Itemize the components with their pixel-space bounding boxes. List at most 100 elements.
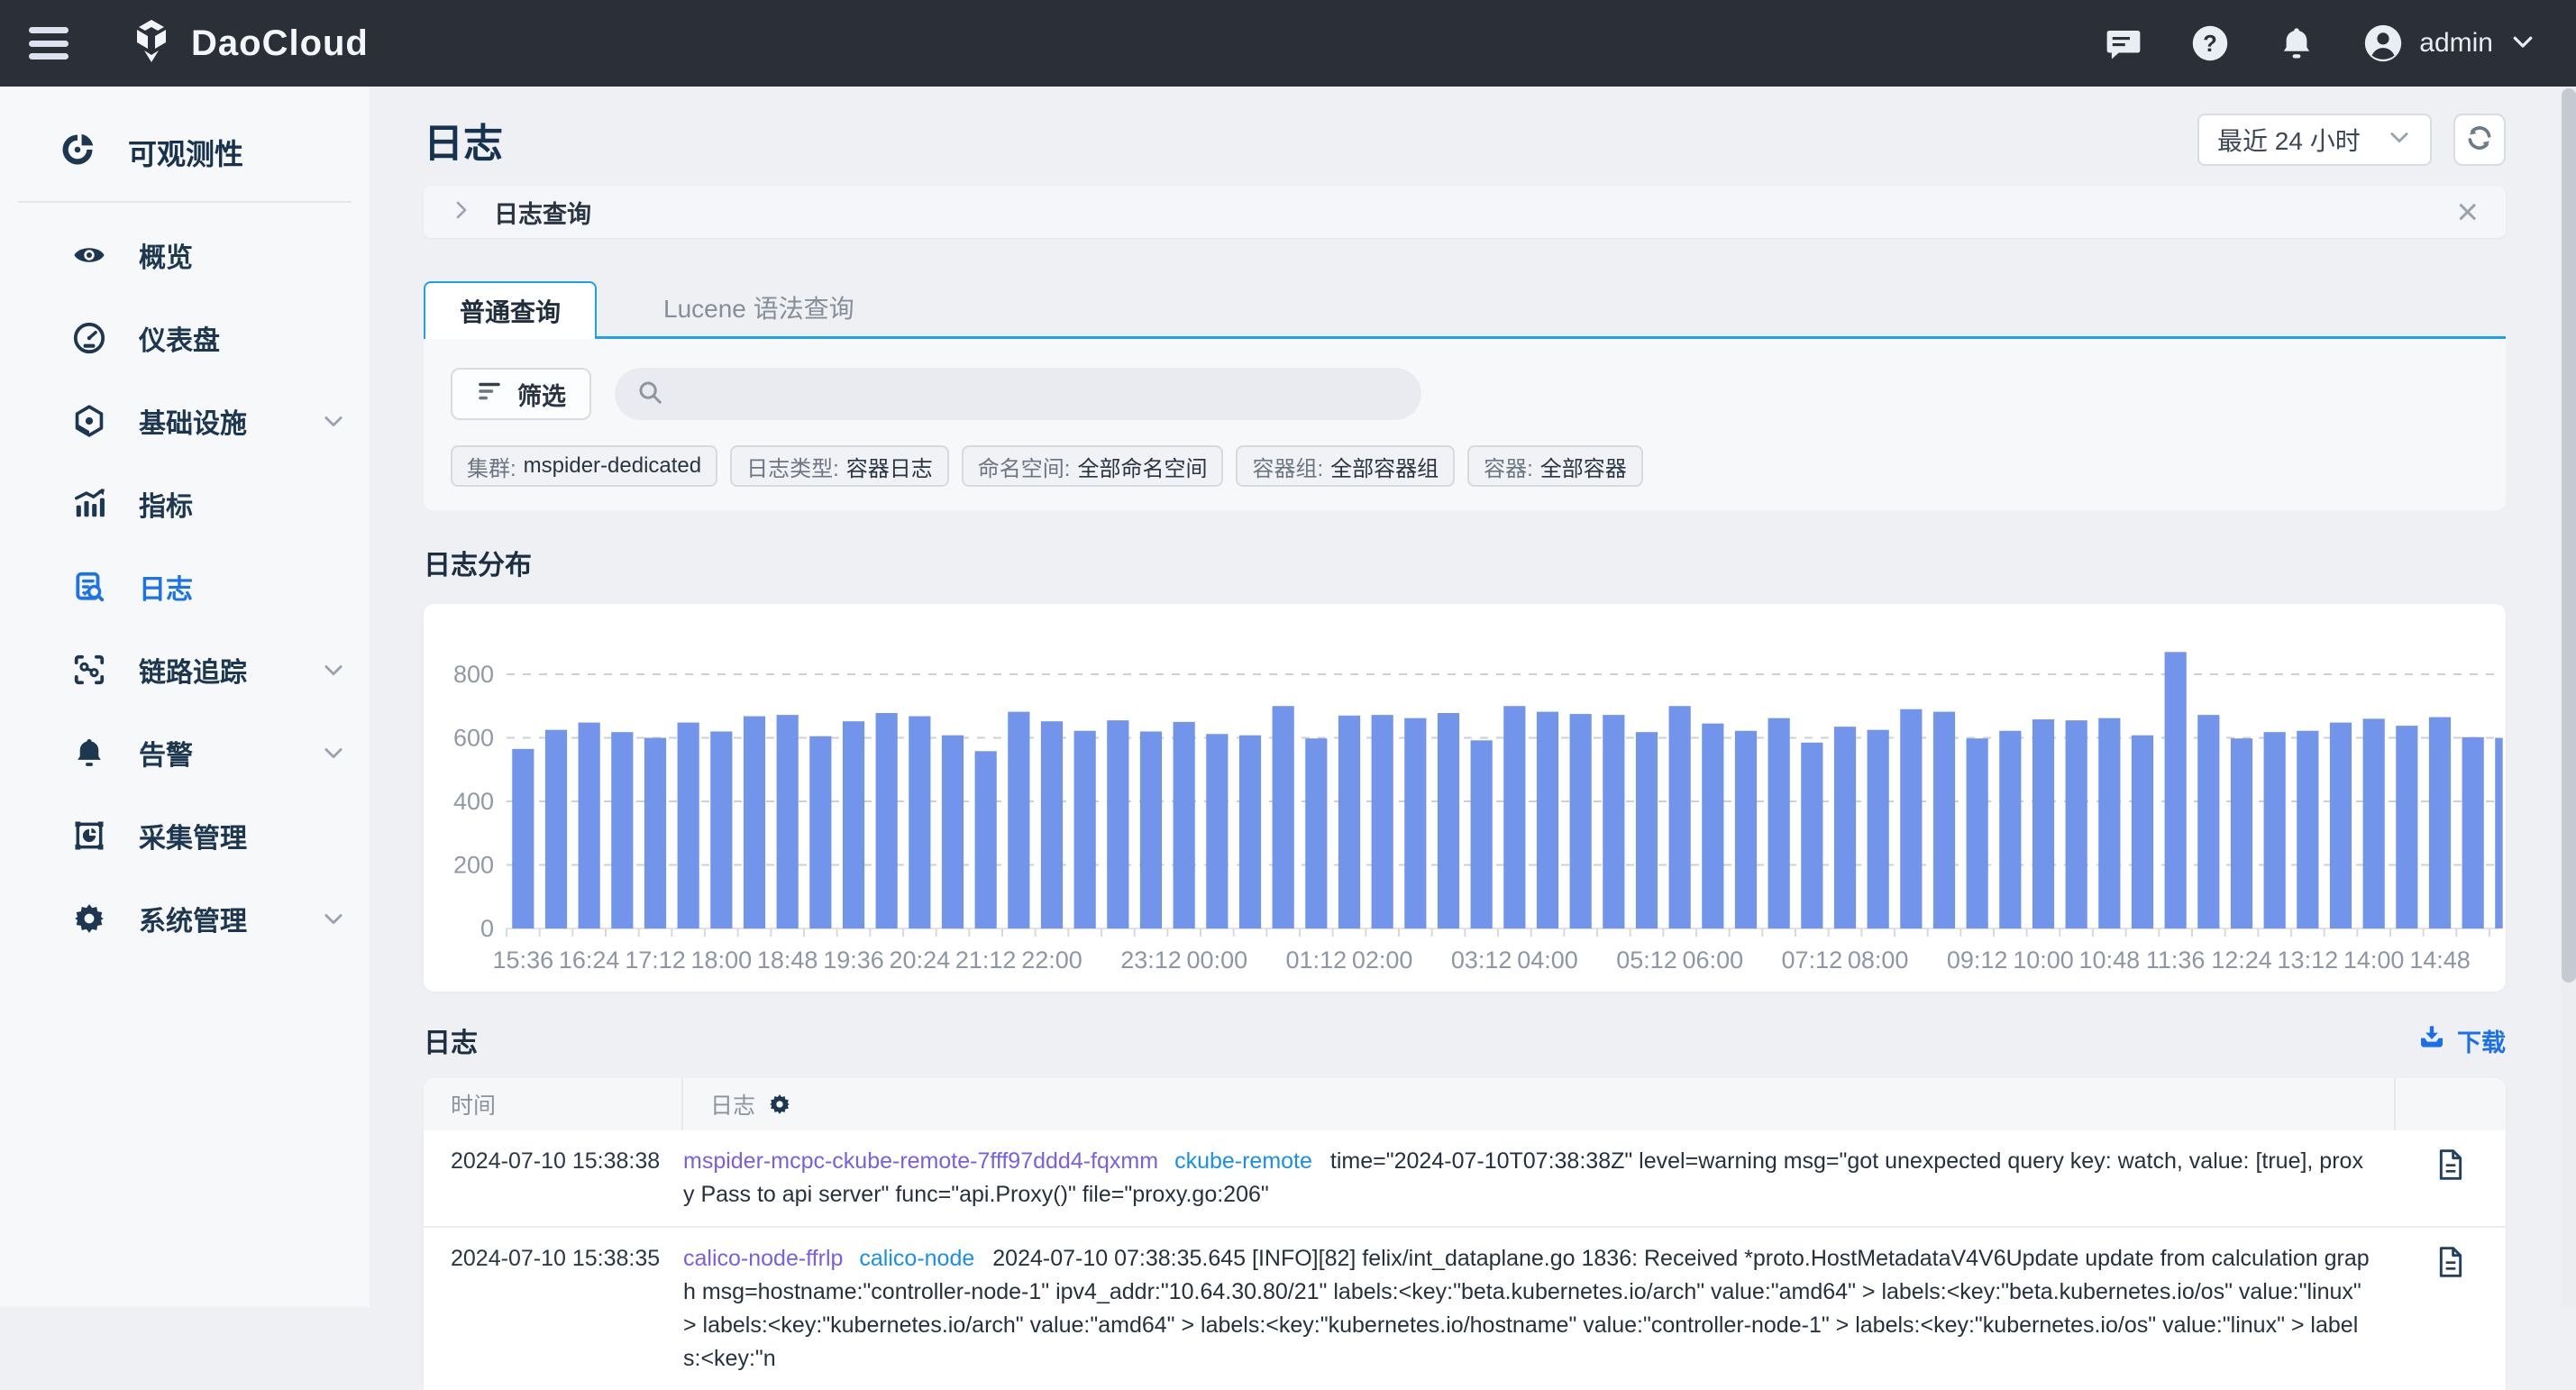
svg-text:200: 200 [453, 852, 494, 879]
sidebar-header: 可观测性 [0, 87, 370, 174]
collect-icon [72, 818, 106, 853]
log-detail-document-icon[interactable] [2436, 1148, 2465, 1185]
column-time: 时间 [424, 1078, 683, 1130]
sidebar-item-system[interactable]: 系统管理 [0, 877, 370, 960]
filter-icon [476, 378, 503, 411]
close-icon[interactable]: × [2456, 193, 2479, 231]
log-table-body: 2024-07-10 15:38:38 mspider-mcpc-ckube-r… [424, 1130, 2506, 1390]
pod-link[interactable]: mspider-mcpc-ckube-remote-7fff97ddd4-fqx… [683, 1148, 1158, 1174]
download-icon [2417, 1023, 2446, 1058]
svg-text:14:00: 14:00 [2343, 946, 2405, 974]
container-link[interactable]: ckube-remote [1174, 1148, 1312, 1174]
sidebar-divider [18, 201, 352, 203]
log-table-header: 时间 日志 [424, 1078, 2506, 1130]
svg-text:11:36: 11:36 [2146, 946, 2206, 974]
trace-icon [72, 653, 106, 687]
log-query-title: 日志查询 [494, 195, 591, 230]
log-message: calico-node-ffrlpcalico-node2024-07-10 0… [683, 1242, 2396, 1376]
chevron-right-icon [451, 199, 472, 225]
tab-lucene-query[interactable]: Lucene 语法查询 [636, 279, 882, 336]
filter-chip-3[interactable]: 容器组:全部容器组 [1236, 445, 1455, 487]
download-button[interactable]: 下载 [2417, 1023, 2506, 1058]
page-scrollbar[interactable] [2562, 87, 2576, 1307]
pod-link[interactable]: calico-node-ffrlp [683, 1246, 843, 1271]
bell-icon[interactable] [2277, 23, 2316, 63]
sidebar-item-tracing[interactable]: 链路追踪 [0, 628, 370, 711]
filter-button[interactable]: 筛选 [451, 368, 591, 420]
gear-icon [72, 901, 106, 936]
logs-title: 日志 [424, 1020, 478, 1060]
svg-text:18:48: 18:48 [757, 946, 818, 974]
refresh-button[interactable] [2453, 114, 2506, 166]
user-name: admin [2419, 28, 2493, 59]
help-icon[interactable]: ? [2190, 23, 2230, 63]
sidebar-title: 可观测性 [128, 132, 243, 173]
svg-text:07:12: 07:12 [1782, 946, 1843, 974]
search-input[interactable] [678, 380, 1400, 408]
refresh-icon [2464, 123, 2495, 158]
filter-chips: 集群:mspider-dedicated 日志类型:容器日志命名空间:全部命名空间… [451, 445, 2477, 487]
daocloud-logo-icon [128, 18, 175, 69]
svg-text:15:36: 15:36 [493, 946, 554, 974]
sidebar-item-logs[interactable]: 日志 [0, 545, 370, 628]
svg-text:00:00: 00:00 [1187, 946, 1248, 974]
bar-chart: 020040060080015:3616:2417:1218:0018:4819… [424, 604, 2506, 992]
user-menu[interactable]: admin [2363, 23, 2536, 63]
metrics-icon [72, 487, 106, 521]
tab-normal-query[interactable]: 普通查询 [424, 281, 597, 339]
sidebar-item-dashboards[interactable]: 仪表盘 [0, 297, 370, 380]
log-distribution-chart: 020040060080015:3616:2417:1218:0018:4819… [424, 604, 2506, 992]
observability-icon [58, 130, 97, 174]
column-log: 日志 [683, 1078, 2396, 1130]
sidebar-item-metrics[interactable]: 指标 [0, 462, 370, 545]
filter-chip-1[interactable]: 日志类型:容器日志 [730, 445, 949, 487]
svg-text:04:00: 04:00 [1517, 946, 1578, 974]
time-range-select[interactable]: 最近 24 小时 [2197, 114, 2432, 166]
sidebar-item-alerts[interactable]: 告警 [0, 711, 370, 794]
hamburger-menu-icon[interactable] [29, 27, 69, 59]
log-message: mspider-mcpc-ckube-remote-7fff97ddd4-fqx… [683, 1145, 2396, 1212]
log-time: 2024-07-10 15:38:35 [424, 1242, 683, 1376]
chevron-down-icon [2509, 28, 2536, 59]
infra-icon [72, 404, 106, 438]
svg-text:12:24: 12:24 [2211, 946, 2272, 974]
topbar: DaoCloud ? admin [0, 0, 2576, 87]
sidebar: 可观测性 概览 仪表盘 基础设施 指标 日志 链路追踪 告警 采集管理 系统管理 [0, 87, 370, 1307]
chat-icon[interactable] [2104, 23, 2143, 63]
sidebar-item-infrastructure[interactable]: 基础设施 [0, 380, 370, 462]
svg-text:0: 0 [480, 915, 494, 942]
filter-chip-2[interactable]: 命名空间:全部命名空间 [962, 445, 1224, 487]
sidebar-item-collection[interactable]: 采集管理 [0, 794, 370, 877]
svg-text:02:00: 02:00 [1352, 946, 1413, 974]
svg-text:10:00: 10:00 [2013, 946, 2074, 974]
svg-text:14:48: 14:48 [2409, 946, 2471, 974]
bell-icon [72, 736, 106, 770]
query-tabs: 普通查询 Lucene 语法查询 [424, 281, 2506, 339]
column-settings-gear-icon[interactable] [768, 1093, 791, 1116]
filter-chip-0[interactable]: 集群:mspider-dedicated [451, 445, 717, 487]
svg-text:600: 600 [453, 725, 494, 752]
brand-name: DaoCloud [191, 23, 369, 64]
svg-text:03:12: 03:12 [1451, 946, 1512, 974]
eye-icon [72, 238, 106, 272]
scrollbar-thumb[interactable] [2562, 88, 2576, 983]
svg-text:21:12: 21:12 [955, 946, 1017, 974]
main-content: 日志 最近 24 小时 日志查询 × 普通查询 Lucene 语法查询 筛选 [370, 87, 2562, 1307]
container-link[interactable]: calico-node [859, 1246, 974, 1271]
chevron-down-icon [321, 740, 346, 765]
log-detail-document-icon[interactable] [2436, 1246, 2465, 1283]
chevron-down-icon [2387, 124, 2412, 156]
filter-chip-4[interactable]: 容器:全部容器 [1467, 445, 1643, 487]
svg-text:?: ? [2203, 32, 2217, 57]
log-query-panel-header[interactable]: 日志查询 × [424, 186, 2506, 238]
chevron-down-icon [321, 408, 346, 434]
column-actions [2396, 1078, 2506, 1130]
svg-text:05:12: 05:12 [1616, 946, 1677, 974]
log-table: 时间 日志 2024-07-10 15:38:38 mspider-mcpc-c… [424, 1078, 2506, 1390]
download-label: 下载 [2457, 1023, 2506, 1058]
gauge-icon [72, 321, 106, 355]
sidebar-item-overview[interactable]: 概览 [0, 214, 370, 297]
svg-text:23:12: 23:12 [1120, 946, 1182, 974]
time-range-value: 最近 24 小时 [2217, 122, 2361, 158]
svg-text:09:12: 09:12 [1947, 946, 2008, 974]
